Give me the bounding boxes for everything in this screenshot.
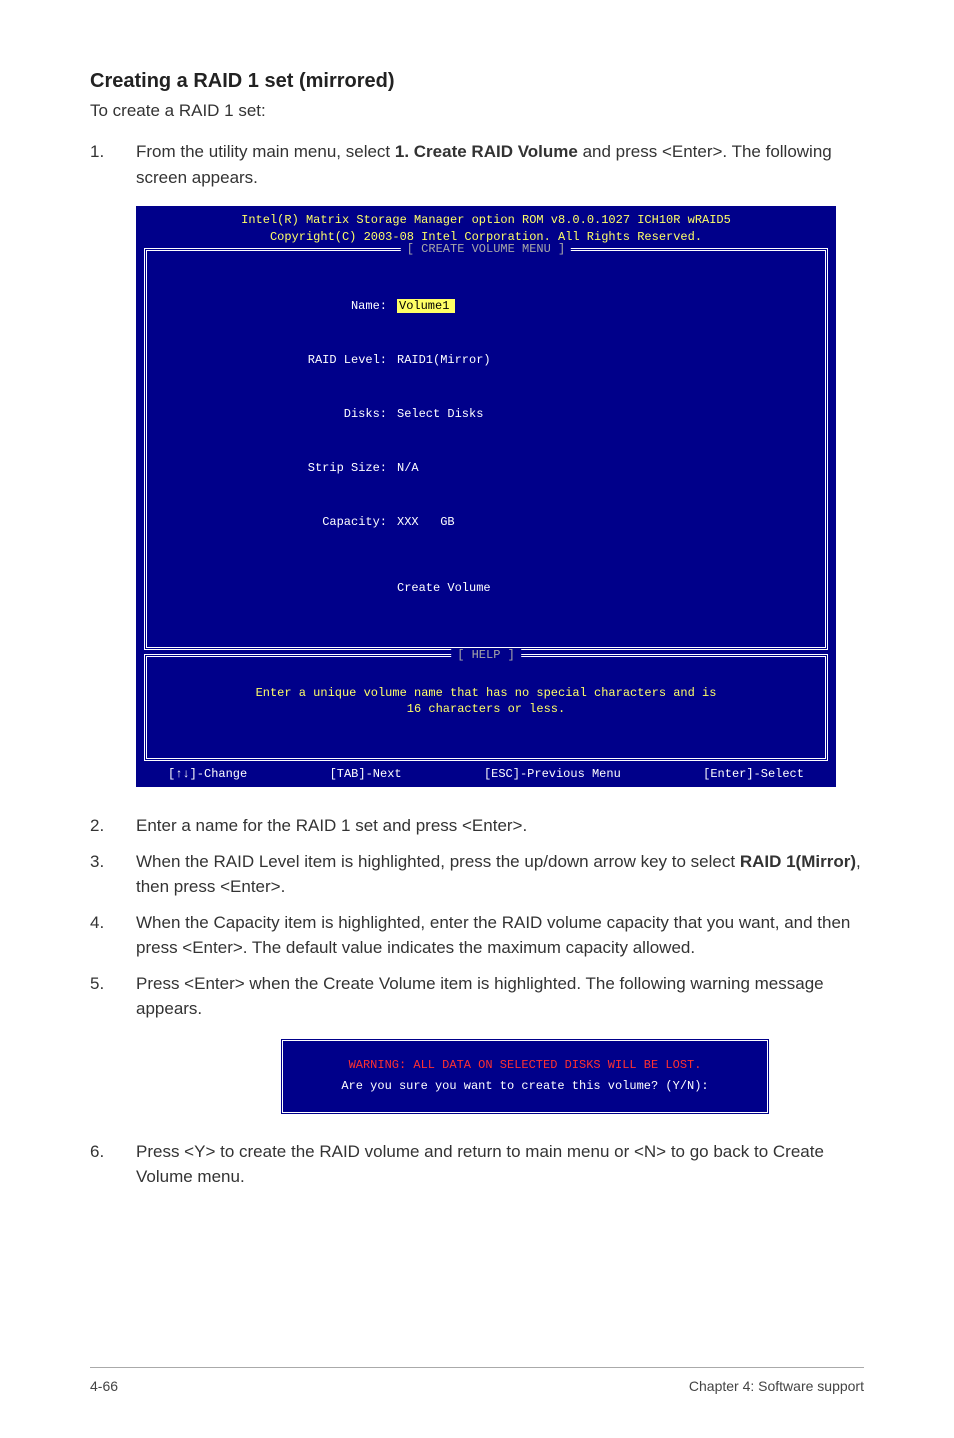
step-number: 4. xyxy=(90,910,136,961)
step1-bold: 1. Create RAID Volume xyxy=(395,142,578,161)
help-text: Enter a unique volume name that has no s… xyxy=(157,685,815,719)
step-number: 5. xyxy=(90,971,136,1022)
step-1: 1. From the utility main menu, select 1.… xyxy=(90,139,864,190)
capacity-value: XXX GB xyxy=(397,515,455,529)
page-footer: 4-66 Chapter 4: Software support xyxy=(90,1367,864,1394)
step1-pre: From the utility main menu, select xyxy=(136,142,395,161)
disks-value: Select Disks xyxy=(397,407,483,421)
footer-select: [Enter]-Select xyxy=(703,767,804,781)
step-number: 1. xyxy=(90,139,136,190)
footer-prev: [ESC]-Previous Menu xyxy=(484,767,621,781)
step-2: 2. Enter a name for the RAID 1 set and p… xyxy=(90,813,864,839)
step-6: 6. Press <Y> to create the RAID volume a… xyxy=(90,1139,864,1190)
footer-left: 4-66 xyxy=(90,1378,118,1394)
bios-header: Intel(R) Matrix Storage Manager option R… xyxy=(144,212,828,246)
name-label: Name: xyxy=(157,297,397,315)
steps-list-cont: 2. Enter a name for the RAID 1 set and p… xyxy=(90,813,864,1022)
name-value[interactable]: Volume1 xyxy=(397,299,455,313)
help-title: [ HELP ] xyxy=(451,648,521,662)
capacity-label: Capacity: xyxy=(157,513,397,531)
disks-label: Disks: xyxy=(157,405,397,423)
step3-pre: When the RAID Level item is highlighted,… xyxy=(136,852,740,871)
step-number: 3. xyxy=(90,849,136,900)
step-content: When the Capacity item is highlighted, e… xyxy=(136,910,864,961)
step-number: 2. xyxy=(90,813,136,839)
intro-text: To create a RAID 1 set: xyxy=(90,101,864,121)
step3-bold: RAID 1(Mirror) xyxy=(740,852,856,871)
strip-label: Strip Size: xyxy=(157,459,397,477)
warning-line1: WARNING: ALL DATA ON SELECTED DISKS WILL… xyxy=(293,1055,757,1077)
step-content: Press <Y> to create the RAID volume and … xyxy=(136,1139,864,1190)
step-content: From the utility main menu, select 1. Cr… xyxy=(136,139,864,190)
bios-header-line1: Intel(R) Matrix Storage Manager option R… xyxy=(241,213,731,227)
strip-value: N/A xyxy=(397,461,419,475)
create-volume-box: [ CREATE VOLUME MENU ] Name:Volume1 RAID… xyxy=(144,248,828,650)
warning-line2: Are you sure you want to create this vol… xyxy=(293,1076,757,1098)
step-3: 3. When the RAID Level item is highlight… xyxy=(90,849,864,900)
raid-value: RAID1(Mirror) xyxy=(397,353,491,367)
help-box: [ HELP ] Enter a unique volume name that… xyxy=(144,654,828,762)
step-content: Press <Enter> when the Create Volume ite… xyxy=(136,971,864,1022)
raid-label: RAID Level: xyxy=(157,351,397,369)
bios-fields: Name:Volume1 RAID Level:RAID1(Mirror) Di… xyxy=(157,261,815,637)
create-volume-title: [ CREATE VOLUME MENU ] xyxy=(401,242,571,256)
bios-footer: [↑↓]-Change [TAB]-Next [ESC]-Previous Me… xyxy=(144,765,828,783)
step-5: 5. Press <Enter> when the Create Volume … xyxy=(90,971,864,1022)
step-content: When the RAID Level item is highlighted,… xyxy=(136,849,864,900)
step-4: 4. When the Capacity item is highlighted… xyxy=(90,910,864,961)
section-heading: Creating a RAID 1 set (mirrored) xyxy=(90,70,864,93)
warning-box: WARNING: ALL DATA ON SELECTED DISKS WILL… xyxy=(280,1038,770,1115)
footer-next: [TAB]-Next xyxy=(330,767,402,781)
step-content: Enter a name for the RAID 1 set and pres… xyxy=(136,813,864,839)
bios-screenshot: Intel(R) Matrix Storage Manager option R… xyxy=(136,206,836,787)
footer-right: Chapter 4: Software support xyxy=(689,1378,864,1394)
steps-list-end: 6. Press <Y> to create the RAID volume a… xyxy=(90,1139,864,1190)
create-volume-action[interactable]: Create Volume xyxy=(397,581,491,595)
step-number: 6. xyxy=(90,1139,136,1190)
footer-change: [↑↓]-Change xyxy=(168,767,247,781)
steps-list: 1. From the utility main menu, select 1.… xyxy=(90,139,864,190)
